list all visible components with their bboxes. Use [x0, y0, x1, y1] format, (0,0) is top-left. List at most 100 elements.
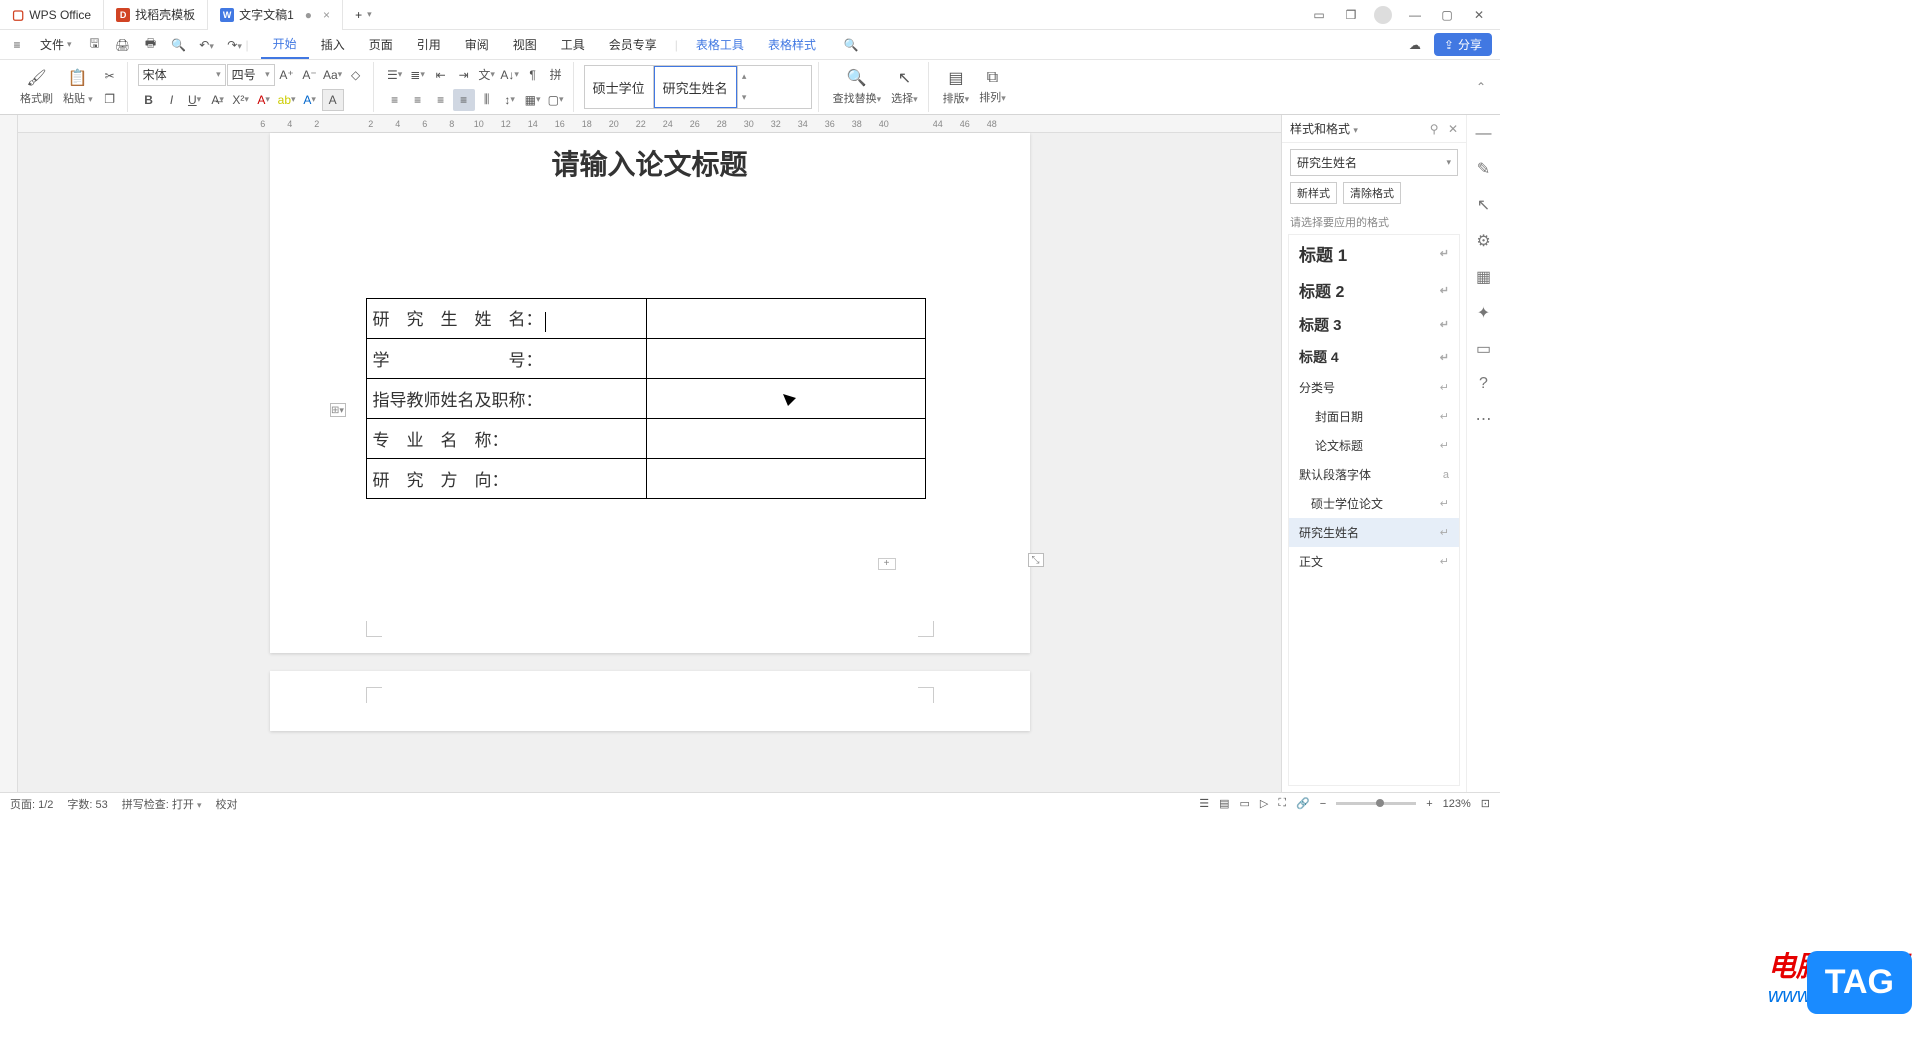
page-indicator[interactable]: 页面: 1/2 [10, 796, 53, 812]
font-shrink-button[interactable]: A⁻ [299, 64, 321, 86]
collapse-ribbon-button[interactable]: ⌃ [1472, 80, 1490, 94]
tab-review[interactable]: 审阅 [453, 31, 501, 58]
spell-check-status[interactable]: 拼写检查: 打开 ▾ [122, 796, 202, 812]
grid-icon[interactable]: ▦ [1476, 267, 1491, 287]
add-tab-button[interactable]: + ▾ [343, 0, 384, 30]
style-item[interactable]: 正文↵ [1289, 547, 1459, 576]
align-right-button[interactable]: ≡ [430, 89, 452, 111]
undo-icon[interactable]: ↶▾ [198, 38, 216, 52]
export-icon[interactable]: 🖨 [114, 38, 132, 52]
style-item[interactable]: 默认段落字体a [1289, 460, 1459, 489]
share-button[interactable]: ⇪ 分享 [1434, 33, 1492, 56]
view-web-icon[interactable]: ▷ [1260, 797, 1268, 810]
line-spacing-button[interactable]: ↕▾ [499, 89, 521, 111]
chevron-up-icon[interactable]: ▴ [742, 71, 747, 82]
chevron-down-icon[interactable]: ▾ [742, 92, 747, 103]
numbering-button[interactable]: ≣▾ [407, 64, 429, 86]
change-case-button[interactable]: Aa▾ [322, 64, 344, 86]
align-left-button[interactable]: ≡ [384, 89, 406, 111]
zoom-slider[interactable] [1336, 802, 1416, 805]
link-icon[interactable]: 🔗 [1296, 797, 1310, 810]
current-style-select[interactable]: 研究生姓名 ▾ [1290, 149, 1458, 176]
tab-document[interactable]: W 文字文稿1 ● × [208, 0, 343, 30]
avatar-icon[interactable] [1374, 6, 1392, 24]
zoom-in-button[interactable]: + [1426, 798, 1432, 810]
cell-value[interactable] [646, 379, 925, 419]
book-icon[interactable]: ▭ [1476, 339, 1491, 359]
clear-format-button[interactable]: 清除格式 [1343, 182, 1401, 204]
font-color-button[interactable]: A▾ [253, 89, 275, 111]
text-direction-button[interactable]: 文▾ [476, 64, 498, 86]
sort-button[interactable]: A↓▾ [499, 64, 521, 86]
new-style-button[interactable]: 新样式 [1290, 182, 1337, 204]
minimize-panel-icon[interactable]: — [1476, 125, 1492, 143]
table-move-handle[interactable]: ⊞▾ [330, 403, 346, 417]
style-preview-1[interactable]: 硕士学位 [585, 66, 654, 108]
distribute-button[interactable]: ⫼ [476, 89, 498, 111]
pinyin-button[interactable]: 拼 [545, 64, 567, 86]
shading-button[interactable]: ▦▾ [522, 89, 544, 111]
tab-member[interactable]: 会员专享 [597, 31, 669, 58]
style-item[interactable]: 论文标题↵ [1289, 431, 1459, 460]
style-list[interactable]: 标题 1↵标题 2↵标题 3↵标题 4↵分类号↵封面日期↵论文标题↵默认段落字体… [1288, 234, 1460, 786]
paste-button[interactable]: 📋 粘贴 ▾ [59, 66, 97, 108]
reader-icon[interactable]: ▭ [1310, 6, 1328, 24]
add-row-button[interactable]: + [878, 558, 896, 570]
view-fullscreen-icon[interactable]: ⛶ [1278, 797, 1286, 810]
style-preview-2[interactable]: 研究生姓名 [654, 66, 737, 108]
close-icon[interactable]: × [323, 8, 330, 22]
search-icon[interactable]: 🔍 [842, 38, 860, 52]
tab-page[interactable]: 页面 [357, 31, 405, 58]
style-item[interactable]: 标题 4↵ [1289, 341, 1459, 373]
cell-value[interactable] [646, 339, 925, 379]
tab-reference[interactable]: 引用 [405, 31, 453, 58]
format-painter-button[interactable]: 🖌 格式刷 [16, 66, 57, 108]
help-icon[interactable]: ? [1479, 375, 1488, 393]
chevron-down-icon[interactable]: ▾ [367, 9, 372, 20]
style-item[interactable]: 研究生姓名↵ [1289, 518, 1459, 547]
arrange-button[interactable]: ⧉ 排列▾ [975, 67, 1010, 107]
document-page-2[interactable] [270, 671, 1030, 731]
show-marks-button[interactable]: ¶ [522, 64, 544, 86]
pin-icon[interactable]: ⚲ [1430, 122, 1439, 136]
tab-view[interactable]: 视图 [501, 31, 549, 58]
style-item[interactable]: 分类号↵ [1289, 373, 1459, 402]
file-menu[interactable]: 文件 ▾ [36, 34, 76, 55]
table-resize-handle[interactable]: ⤡ [1028, 553, 1044, 567]
cube-icon[interactable]: ❒ [1342, 6, 1360, 24]
cut-button[interactable]: ✂ [99, 65, 121, 87]
settings-icon[interactable]: ⚙ [1476, 231, 1490, 251]
info-table[interactable]: 研 究 生 姓 名： 学 号： 指导教师姓名及职称： 专 业 名 称： 研 究 … [366, 298, 926, 499]
cell-label[interactable]: 研 究 生 姓 名： [366, 299, 646, 339]
print-icon[interactable]: 🖶 [142, 34, 160, 55]
document-title[interactable]: 请输入论文标题 [370, 143, 930, 183]
borders-button[interactable]: ▢▾ [545, 89, 567, 111]
font-size-select[interactable]: 四号▾ [227, 64, 275, 86]
select-button[interactable]: ↖ 选择▾ [887, 66, 922, 108]
style-gallery[interactable]: 硕士学位 研究生姓名 ▴ ▾ [584, 65, 812, 109]
pencil-icon[interactable]: ✎ [1477, 159, 1490, 179]
clear-format-button[interactable]: ◇ [345, 64, 367, 86]
more-icon[interactable]: ⋯ [1476, 409, 1492, 429]
style-item[interactable]: 封面日期↵ [1289, 402, 1459, 431]
bold-button[interactable]: B [138, 89, 160, 111]
pointer-icon[interactable]: ↖ [1477, 195, 1490, 215]
find-replace-button[interactable]: 🔍 查找替换▾ [829, 66, 886, 108]
cell-value[interactable] [646, 419, 925, 459]
app-tab[interactable]: ▢ WPS Office [0, 0, 104, 30]
cell-value[interactable] [646, 299, 925, 339]
copy-button[interactable]: ❐ [99, 88, 121, 110]
tab-table-style[interactable]: 表格样式 [756, 31, 828, 58]
font-grow-button[interactable]: A⁺ [276, 64, 298, 86]
tab-template[interactable]: D 找稻壳模板 [104, 0, 208, 30]
tab-table-tool[interactable]: 表格工具 [684, 31, 756, 58]
view-outline-icon[interactable]: ☰ [1199, 797, 1209, 810]
tab-tool[interactable]: 工具 [549, 31, 597, 58]
close-icon[interactable]: ✕ [1448, 122, 1458, 136]
cell-label[interactable]: 学 号： [366, 339, 646, 379]
save-icon[interactable]: 🖫 [86, 34, 104, 55]
strike-button[interactable]: A̶▾ [207, 89, 229, 111]
highlight-button[interactable]: ab▾ [276, 89, 298, 111]
text-effect-button[interactable]: A▾ [299, 89, 321, 111]
zoom-out-button[interactable]: − [1320, 798, 1326, 810]
